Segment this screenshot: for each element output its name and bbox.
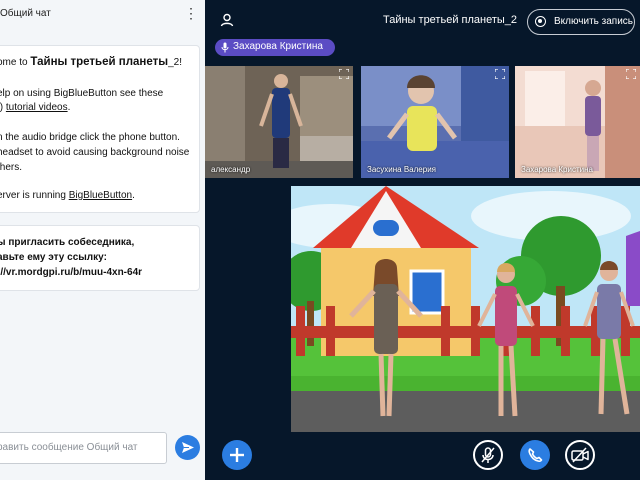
more-vertical-icon[interactable]: ⋮ [184, 6, 198, 20]
chat-title: Общий чат [0, 8, 51, 19]
plus-icon [230, 448, 244, 462]
welcome-line-6: thers. [0, 162, 23, 173]
welcome-line-7: erver is running BigBlueButton. [0, 189, 135, 202]
welcome-message: ome to Тайны третьей планеты_2! elp on u… [0, 45, 200, 213]
phone-icon [528, 448, 543, 462]
invite-message: ы пригласить собеседника, авьте ему эту … [0, 225, 200, 291]
tile-name: александр [211, 165, 251, 174]
welcome-line-5: headset to avoid causing background nois… [0, 147, 190, 158]
leave-audio-button[interactable] [520, 440, 550, 470]
welcome-line-2: elp on using BigBlueButton see these [0, 88, 164, 99]
welcome-line-3-suffix: . [67, 102, 71, 113]
presentation-video[interactable] [291, 186, 640, 432]
send-icon [182, 442, 194, 453]
welcome-suffix: _2! [168, 57, 182, 68]
welcome-line-1: ome to Тайны третьей планеты_2! [0, 56, 182, 69]
fullscreen-icon[interactable] [495, 69, 505, 79]
video-tile-zasukhina[interactable]: Засухина Валерия [361, 66, 509, 178]
actions-button[interactable] [222, 440, 252, 470]
chat-message-input[interactable]: равить сообщение Общий чат [0, 432, 167, 464]
microphone-icon [221, 42, 229, 53]
webcam-video [515, 66, 640, 178]
welcome-line-3: t) tutorial videos. [0, 101, 70, 114]
invite-line-1: ы пригласить собеседника, [0, 237, 135, 248]
user-icon[interactable] [220, 13, 234, 27]
fullscreen-icon[interactable] [626, 69, 636, 79]
chat-panel: Общий чат ⋮ ome to Тайны третьей планеты… [0, 0, 205, 480]
camera-off-icon [571, 447, 589, 463]
invite-line-2: авьте ему эту ссылку: [0, 252, 107, 263]
meeting-name: Тайны третьей планеты [30, 56, 169, 68]
meeting-title: Тайны третьей планеты_2 [383, 14, 518, 26]
bigbluebutton-link[interactable]: BigBlueButton [69, 190, 132, 201]
video-tile-alexander[interactable]: александр [205, 66, 353, 178]
welcome-line-4: n the audio bridge click the phone butto… [0, 132, 180, 143]
welcome-prefix: ome to [0, 57, 31, 68]
webcam-video [361, 66, 509, 178]
invite-link[interactable]: ://vr.mordgpi.ru/b/muu-4xn-64r [0, 266, 142, 279]
cartoon-dance-video [291, 186, 640, 432]
chat-input-placeholder: равить сообщение Общий чат [0, 442, 138, 453]
webcam-video [205, 66, 353, 178]
share-webcam-button[interactable] [565, 440, 595, 470]
record-label: Включить запись [554, 16, 633, 27]
welcome-line-7-suffix: . [132, 190, 135, 201]
tile-name: Захарова Кристина [521, 165, 593, 174]
video-tile-zakharova[interactable]: Захарова Кристина [515, 66, 640, 178]
unmute-button[interactable] [473, 440, 503, 470]
tutorial-videos-link[interactable]: tutorial videos [6, 102, 68, 113]
chat-header: Общий чат ⋮ [0, 0, 205, 30]
talking-name: Захарова Кристина [233, 41, 323, 52]
record-icon [535, 16, 546, 27]
tile-name: Засухина Валерия [367, 165, 436, 174]
microphone-muted-icon [481, 447, 495, 463]
welcome-line-7-prefix: erver is running [0, 190, 69, 201]
send-button[interactable] [175, 435, 200, 460]
talking-indicator[interactable]: Захарова Кристина [215, 39, 335, 56]
record-button[interactable]: Включить запись [527, 9, 635, 35]
fullscreen-icon[interactable] [339, 69, 349, 79]
